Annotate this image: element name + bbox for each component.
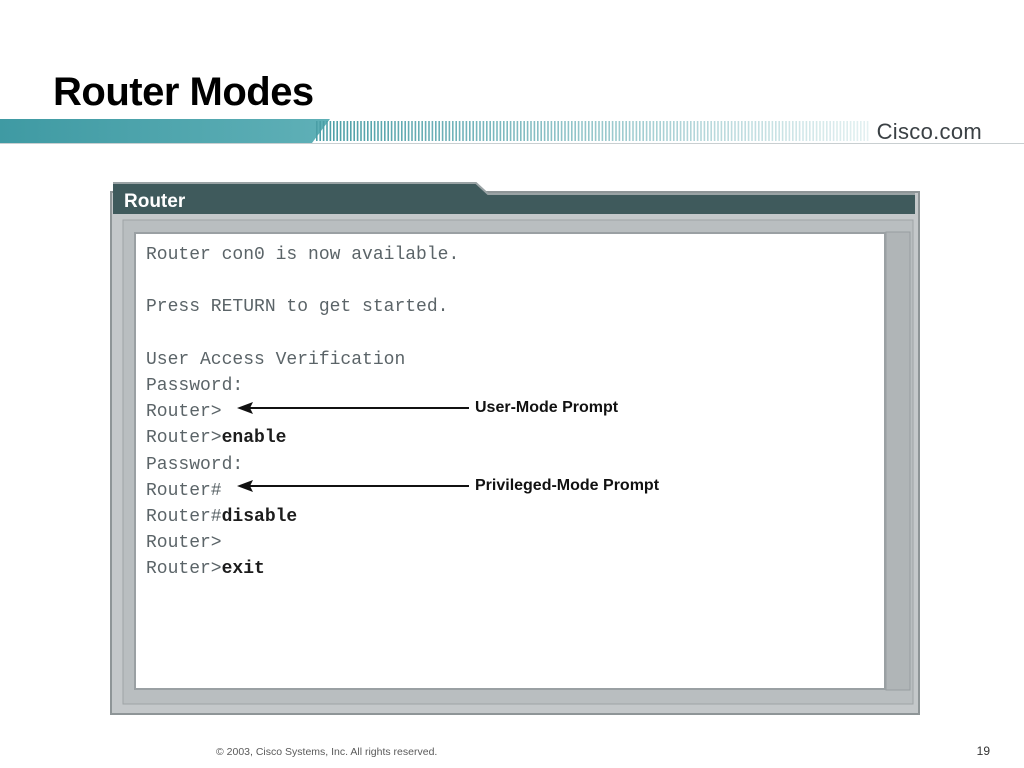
terminal-line: Press RETURN to get started. xyxy=(146,294,459,320)
terminal-line: Password: xyxy=(146,373,459,399)
terminal-prompt: Router# xyxy=(146,506,222,527)
slide-title: Router Modes xyxy=(53,70,314,114)
terminal-line: Router>exit xyxy=(146,556,459,582)
terminal-line: Router#disable xyxy=(146,504,459,530)
terminal-command: disable xyxy=(221,506,298,527)
banner-stripes xyxy=(0,119,1024,144)
terminal-line: Password: xyxy=(146,452,459,478)
terminal-line: Router con0 is now available. xyxy=(146,242,459,268)
page-number: 19 xyxy=(976,744,990,758)
user-mode-annotation: User-Mode Prompt xyxy=(237,398,618,418)
terminal-prompt: Password: xyxy=(146,375,244,396)
terminal-prompt: Router> xyxy=(146,402,222,423)
terminal-prompt: Router con0 is now available. xyxy=(146,245,460,265)
arrow-left-icon xyxy=(237,402,469,414)
router-window: Router Router con0 is now available. Pres… xyxy=(110,180,920,716)
terminal-line: Router> xyxy=(146,530,459,556)
terminal-prompt: Router> xyxy=(146,428,222,449)
terminal-line: User Access Verification xyxy=(146,347,459,373)
cisco-logo-text: Cisco.com xyxy=(876,119,982,144)
privileged-mode-annotation: Privileged-Mode Prompt xyxy=(237,476,659,496)
terminal-prompt: Router> xyxy=(146,533,222,554)
terminal-prompt: Password: xyxy=(146,454,244,475)
arrow-left-icon xyxy=(237,480,469,492)
privileged-mode-label: Privileged-Mode Prompt xyxy=(475,477,660,494)
window-title: Router xyxy=(124,191,186,212)
terminal-prompt: Router> xyxy=(146,559,222,580)
terminal-command: enable xyxy=(221,428,287,449)
terminal-output: Router con0 is now available. Press RETUR… xyxy=(134,232,886,690)
terminal-prompt: User Access Verification xyxy=(146,349,406,370)
copyright-footer: © 2003, Cisco Systems, Inc. All rights r… xyxy=(216,746,438,758)
header-banner: Cisco.com xyxy=(0,119,1024,145)
user-mode-label: User-Mode Prompt xyxy=(475,399,619,416)
terminal-prompt: Press RETURN to get started. xyxy=(146,297,449,318)
terminal-line: Router>enable xyxy=(146,425,459,451)
terminal-command: exit xyxy=(221,559,265,580)
terminal-prompt: Router# xyxy=(146,480,222,501)
